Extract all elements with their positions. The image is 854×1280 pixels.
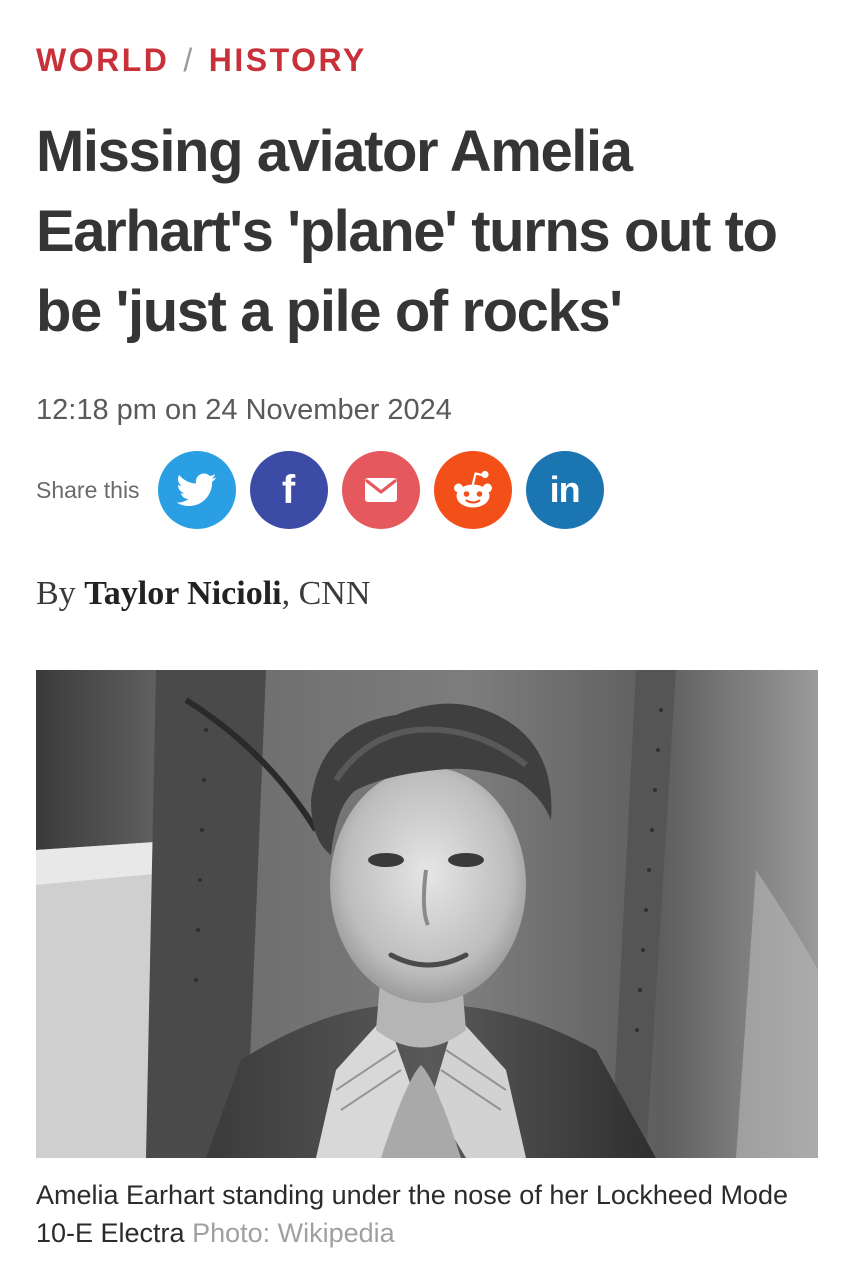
article-headline: Missing aviator Amelia Earhart's 'plane'…: [36, 119, 778, 344]
share-reddit-button[interactable]: [433, 451, 512, 529]
byline-prefix: By: [36, 575, 76, 612]
reddit-alien-icon: [450, 469, 496, 511]
share-linkedin-button[interactable]: in: [525, 451, 604, 529]
photo-caption-text: Amelia Earhart standing under the nose o…: [36, 1180, 788, 1248]
share-facebook-button[interactable]: f: [249, 451, 328, 529]
twitter-bird-icon: [176, 473, 217, 507]
share-twitter-button[interactable]: [157, 451, 236, 529]
article-timestamp: 12:18 pm on 24 November 2024: [36, 394, 452, 426]
facebook-f-icon: f: [281, 468, 296, 512]
byline-source: , CNN: [281, 575, 371, 612]
author-link[interactable]: Taylor Nicioli: [84, 575, 281, 612]
share-label: Share this: [36, 476, 140, 503]
photo-credit: Photo: Wikipedia: [192, 1218, 395, 1248]
byline: By Taylor Nicioli, CNN: [36, 572, 370, 616]
share-email-button[interactable]: [341, 451, 420, 529]
breadcrumb-section-link[interactable]: WORLD: [36, 42, 169, 78]
breadcrumb: WORLD / HISTORY: [36, 40, 367, 80]
share-bar: Share this f in: [36, 450, 618, 530]
photo-caption: Amelia Earhart standing under the nose o…: [36, 1176, 826, 1252]
hero-photo-illustration: [36, 670, 818, 1158]
envelope-icon: [364, 477, 398, 503]
hero-photo[interactable]: [36, 670, 818, 1158]
breadcrumb-subsection-link[interactable]: HISTORY: [209, 42, 367, 78]
breadcrumb-separator: /: [183, 42, 195, 78]
linkedin-in-icon: in: [549, 469, 581, 510]
